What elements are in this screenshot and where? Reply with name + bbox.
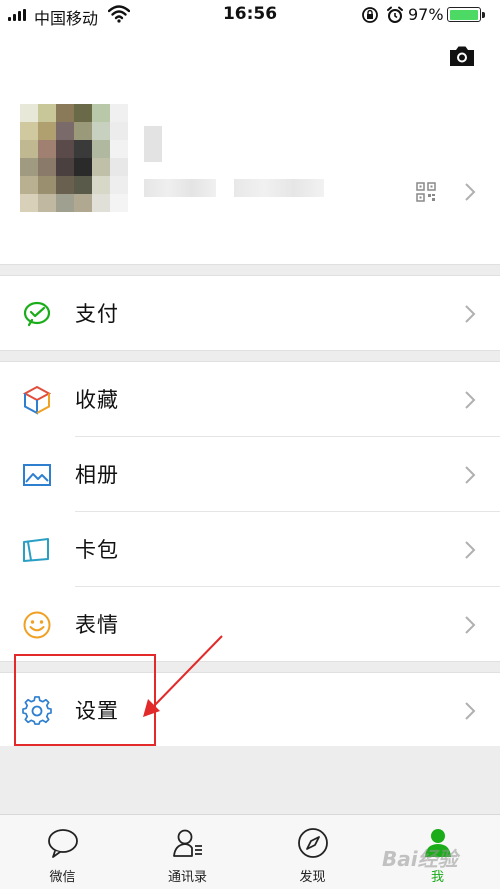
avatar-pixel bbox=[38, 140, 56, 158]
avatar-pixel bbox=[92, 140, 110, 158]
avatar-pixel bbox=[110, 194, 128, 212]
contacts-icon bbox=[173, 829, 202, 857]
avatar-pixel bbox=[56, 194, 74, 212]
profile-header[interactable] bbox=[0, 84, 500, 264]
alarm-icon bbox=[387, 6, 403, 23]
avatar-pixel bbox=[56, 140, 74, 158]
tab-label: 发现 bbox=[299, 870, 326, 885]
menu-item-pay[interactable]: 支付 bbox=[0, 276, 500, 350]
avatar-pixel bbox=[38, 122, 56, 140]
avatar-pixel bbox=[56, 176, 74, 194]
wechat-pay-icon bbox=[23, 301, 51, 327]
avatar-pixel bbox=[74, 158, 92, 176]
avatar-pixel bbox=[110, 158, 128, 176]
battery-icon bbox=[447, 7, 481, 22]
tab-label: 通讯录 bbox=[167, 870, 207, 885]
menu-item-label: 支付 bbox=[75, 302, 119, 326]
chevron-right-icon bbox=[465, 466, 476, 484]
menu-item-label: 表情 bbox=[75, 613, 119, 637]
album-icon bbox=[23, 464, 51, 486]
avatar-pixel bbox=[56, 104, 74, 122]
avatar-pixel bbox=[20, 176, 38, 194]
qr-code-icon[interactable] bbox=[416, 182, 436, 202]
battery-level-fill bbox=[449, 9, 478, 20]
tab-discover[interactable]: 发现 bbox=[250, 815, 375, 890]
avatar-pixel bbox=[20, 158, 38, 176]
avatar-pixel bbox=[92, 158, 110, 176]
section-gap bbox=[0, 264, 500, 276]
avatar-pixel bbox=[110, 122, 128, 140]
menu-item-cards[interactable]: 卡包 bbox=[0, 512, 500, 586]
avatar-pixel bbox=[38, 176, 56, 194]
wechat-id-blurred bbox=[144, 179, 216, 197]
avatar-pixel bbox=[74, 194, 92, 212]
annotation-highlight-box bbox=[14, 654, 156, 746]
menu-item-label: 收藏 bbox=[75, 388, 119, 412]
chat-bubble-icon bbox=[48, 829, 78, 858]
avatar-pixel bbox=[20, 194, 38, 212]
avatar-pixel bbox=[74, 140, 92, 158]
chevron-right-icon bbox=[465, 616, 476, 634]
avatar-pixel bbox=[20, 122, 38, 140]
empty-area bbox=[0, 746, 500, 814]
avatar-pixel bbox=[74, 176, 92, 194]
camera-icon[interactable] bbox=[446, 40, 478, 72]
compass-icon bbox=[298, 828, 328, 858]
avatar-pixel bbox=[110, 176, 128, 194]
avatar-pixel bbox=[92, 176, 110, 194]
favorites-cube-icon bbox=[22, 385, 52, 415]
card-wallet-icon bbox=[23, 538, 49, 562]
avatar-pixel bbox=[38, 158, 56, 176]
avatar-pixel bbox=[38, 194, 56, 212]
avatar-pixel bbox=[92, 122, 110, 140]
tab-chats[interactable]: 微信 bbox=[0, 815, 125, 890]
avatar-pixel bbox=[38, 104, 56, 122]
watermark: Bai经验 bbox=[382, 847, 458, 871]
tab-label: 微信 bbox=[49, 870, 76, 885]
chevron-right-icon bbox=[465, 541, 476, 559]
chevron-right-icon bbox=[465, 702, 476, 720]
avatar-pixel bbox=[56, 122, 74, 140]
avatar-pixel bbox=[92, 194, 110, 212]
menu-item-favorites[interactable]: 收藏 bbox=[0, 362, 500, 436]
avatar[interactable] bbox=[20, 104, 128, 212]
avatar-pixel bbox=[110, 140, 128, 158]
avatar-pixel bbox=[74, 104, 92, 122]
orientation-lock-icon bbox=[362, 7, 378, 23]
wechat-id-blurred-suffix bbox=[234, 179, 324, 197]
menu-item-label: 相册 bbox=[75, 463, 119, 487]
avatar-pixel bbox=[74, 122, 92, 140]
status-bar: 中国移动 16:56 97% bbox=[0, 0, 500, 30]
avatar-pixel bbox=[110, 104, 128, 122]
menu-item-stickers[interactable]: 表情 bbox=[0, 587, 500, 661]
chevron-right-icon bbox=[465, 183, 476, 201]
chevron-right-icon bbox=[465, 305, 476, 323]
avatar-pixel bbox=[92, 104, 110, 122]
section-gap bbox=[0, 350, 500, 362]
menu-item-label: 卡包 bbox=[75, 538, 119, 562]
avatar-pixel bbox=[56, 158, 74, 176]
avatar-pixel bbox=[20, 104, 38, 122]
sticker-smile-icon bbox=[23, 611, 51, 639]
battery-percent: 97% bbox=[408, 5, 444, 24]
chevron-right-icon bbox=[465, 391, 476, 409]
tab-contacts[interactable]: 通讯录 bbox=[125, 815, 250, 890]
avatar-pixel bbox=[20, 140, 38, 158]
battery-tip bbox=[482, 12, 485, 18]
menu-item-album[interactable]: 相册 bbox=[0, 437, 500, 511]
nickname-blurred bbox=[144, 126, 162, 162]
